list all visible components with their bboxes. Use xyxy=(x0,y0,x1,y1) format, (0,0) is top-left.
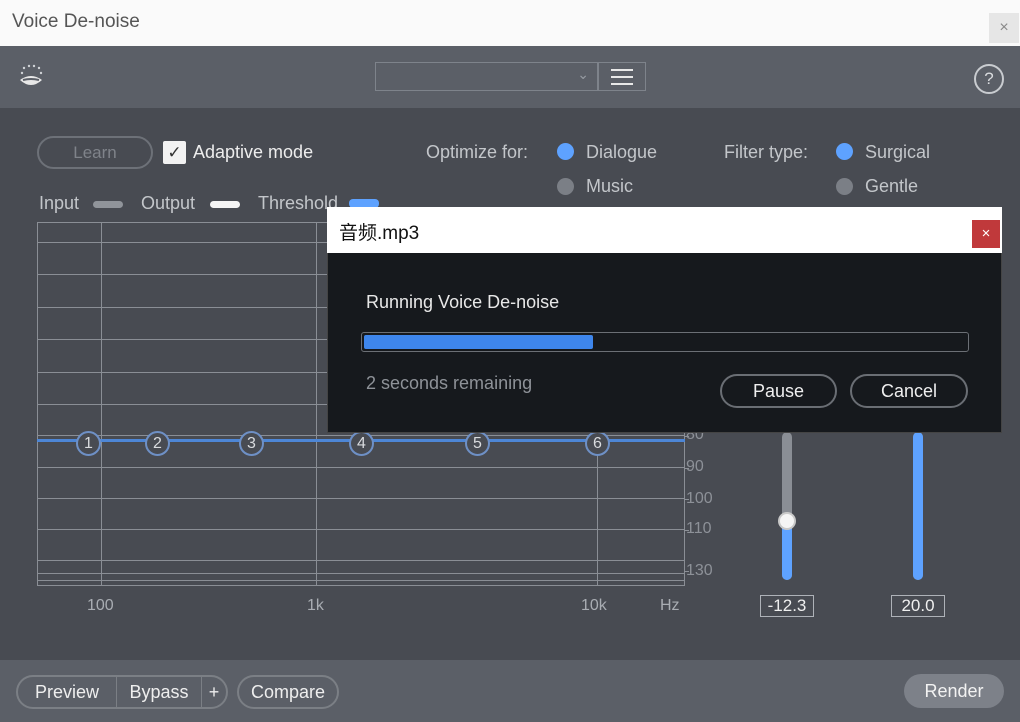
cancel-button[interactable]: Cancel xyxy=(850,374,968,408)
window-titlebar: Voice De-noise xyxy=(0,0,1020,46)
x-tick: 10k xyxy=(581,597,607,614)
preview-bypass-group: Preview Bypass + xyxy=(16,675,228,709)
radio-dialogue[interactable] xyxy=(557,143,574,160)
pause-button[interactable]: Pause xyxy=(720,374,837,408)
adaptive-mode-label: Adaptive mode xyxy=(193,142,314,162)
compare-button[interactable]: Compare xyxy=(237,675,339,709)
chevron-down-icon: ⌄ xyxy=(577,66,589,82)
legend-input-label: Input xyxy=(39,193,80,213)
window-title: Voice De-noise xyxy=(12,11,140,32)
help-icon[interactable]: ? xyxy=(974,64,1004,94)
legend-output-swatch xyxy=(210,201,240,208)
y-tick: 90 xyxy=(686,458,704,475)
time-remaining: 2 seconds remaining xyxy=(366,373,533,393)
preview-button[interactable]: Preview xyxy=(18,677,116,707)
progress-bar xyxy=(361,332,969,352)
y-tick: 110 xyxy=(686,520,712,537)
x-tick: 100 xyxy=(87,597,114,614)
reduction-slider-fill xyxy=(913,432,923,580)
filter-type-label: Filter type: xyxy=(724,142,809,162)
y-tick: 130 xyxy=(686,562,713,579)
threshold-value[interactable]: -12.3 xyxy=(760,595,814,617)
preset-menu-button[interactable] xyxy=(598,62,646,91)
band-node-2[interactable]: 2 xyxy=(145,431,170,456)
dialog-title: 音频.mp3 xyxy=(339,223,420,244)
dialog-titlebar: 音频.mp3 xyxy=(327,207,1002,253)
radio-surgical-label: Surgical xyxy=(865,142,931,162)
radio-dialogue-label: Dialogue xyxy=(586,142,658,162)
learn-button[interactable]: Learn xyxy=(37,136,153,169)
radio-music[interactable] xyxy=(557,178,574,195)
lips-logo-icon xyxy=(16,62,46,92)
x-tick: Hz xyxy=(660,597,680,614)
legend-output-label: Output xyxy=(141,193,196,213)
reduction-value[interactable]: 20.0 xyxy=(891,595,945,617)
window-close-button[interactable]: × xyxy=(989,13,1019,43)
legend-input-swatch xyxy=(93,201,123,208)
radio-gentle-label: Gentle xyxy=(865,176,919,196)
radio-music-label: Music xyxy=(586,176,634,196)
adaptive-mode-checkbox[interactable]: ✓ xyxy=(163,141,186,164)
band-node-1[interactable]: 1 xyxy=(76,431,101,456)
radio-gentle[interactable] xyxy=(836,178,853,195)
render-button[interactable]: Render xyxy=(904,674,1004,708)
preset-dropdown[interactable]: ⌄ xyxy=(375,62,598,91)
band-node-3[interactable]: 3 xyxy=(239,431,264,456)
x-tick: 1k xyxy=(307,597,324,614)
dialog-message: Running Voice De-noise xyxy=(366,292,560,312)
band-node-5[interactable]: 5 xyxy=(465,431,490,456)
bypass-plus-button[interactable]: + xyxy=(202,677,226,707)
bypass-button[interactable]: Bypass xyxy=(117,677,201,707)
y-tick: 100 xyxy=(686,490,713,507)
band-node-6[interactable]: 6 xyxy=(585,431,610,456)
threshold-slider-knob[interactable] xyxy=(778,512,796,530)
progress-fill xyxy=(364,335,593,349)
dialog-close-button[interactable]: × xyxy=(972,220,1000,248)
radio-surgical[interactable] xyxy=(836,143,853,160)
band-node-4[interactable]: 4 xyxy=(349,431,374,456)
optimize-for-label: Optimize for: xyxy=(426,142,529,162)
